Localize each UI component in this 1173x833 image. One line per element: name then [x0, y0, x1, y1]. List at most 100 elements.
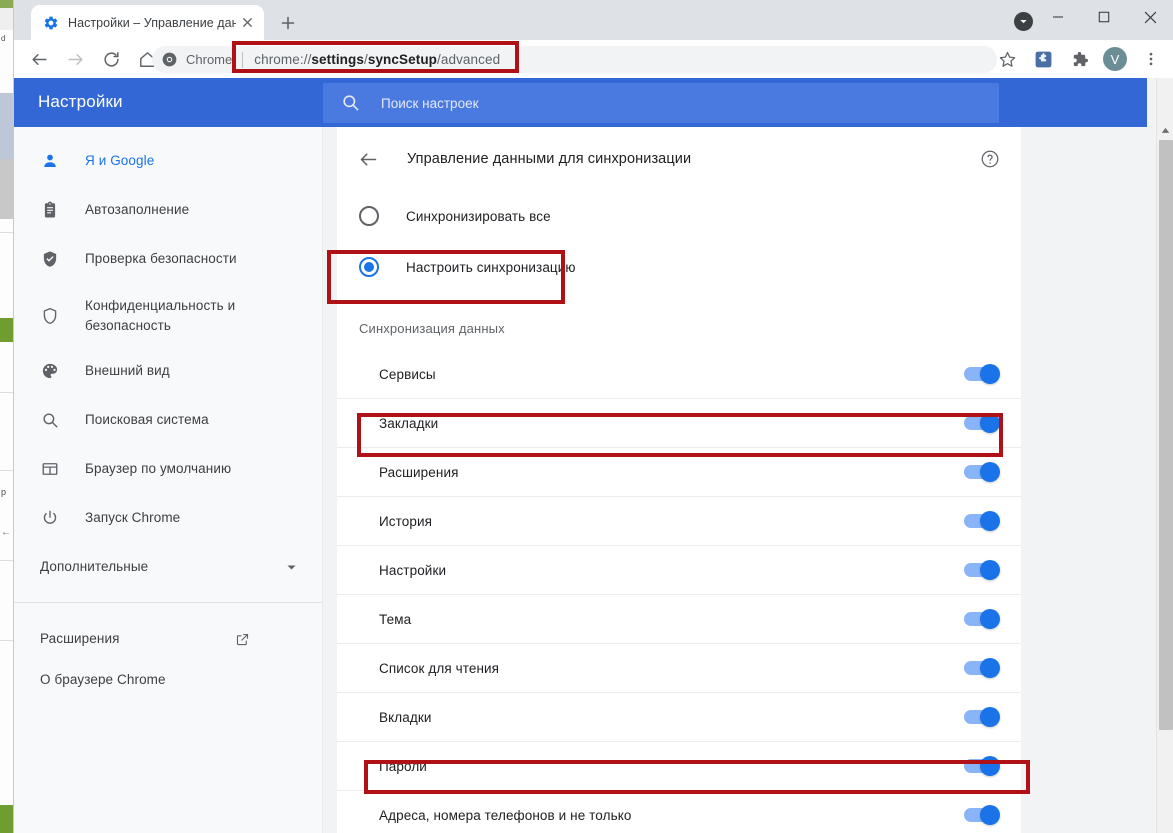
sidebar-item-you-and-google[interactable]: Я и Google [14, 144, 322, 178]
reload-icon[interactable] [96, 44, 126, 74]
sync-toggle-list: Сервисы Закладки Расширения История Наст… [337, 350, 1021, 833]
toggle-row-settings[interactable]: Настройки [337, 546, 1021, 595]
toggle-switch[interactable] [964, 707, 1000, 727]
maximize-icon[interactable] [1081, 0, 1127, 34]
toggle-row-reading-list[interactable]: Список для чтения [337, 644, 1021, 693]
toggle-switch[interactable] [964, 511, 1000, 531]
toggle-switch[interactable] [964, 805, 1000, 825]
toggle-label: Сервисы [379, 366, 436, 382]
toggle-switch[interactable] [964, 462, 1000, 482]
sidebar-item-safety-check[interactable]: Проверка безопасности [14, 242, 322, 276]
sidebar-item-label: Конфиденциальность и безопасность [85, 296, 235, 336]
radio-customize-sync[interactable]: Настроить синхронизацию [337, 241, 1021, 293]
arrow-right-icon [60, 44, 90, 74]
search-placeholder: Поиск настроек [381, 95, 479, 111]
toggle-row-addresses[interactable]: Адреса, номера телефонов и не только [337, 791, 1021, 833]
sidebar-item-search-engine[interactable]: Поисковая система [14, 403, 322, 437]
toggle-switch[interactable] [964, 609, 1000, 629]
toggle-switch[interactable] [964, 756, 1000, 776]
toggle-row-theme[interactable]: Тема [337, 595, 1021, 644]
sidebar-item-label: Внешний вид [85, 363, 170, 378]
help-circle-icon[interactable] [979, 148, 1001, 170]
settings-header-bar: Настройки Поиск настроек [14, 78, 1147, 127]
sidebar-item-label: Я и Google [85, 153, 155, 168]
toggle-row-tabs[interactable]: Вкладки [337, 693, 1021, 742]
radio-icon-unchecked [359, 206, 379, 226]
sidebar-item-label: Поисковая система [85, 412, 209, 427]
person-icon [40, 151, 60, 171]
browser-window-icon [40, 459, 60, 479]
window-close-icon[interactable] [1127, 0, 1173, 34]
toggle-switch[interactable] [964, 658, 1000, 678]
toggle-label: Вкладки [379, 709, 432, 725]
browser-toolbar: Chrome chrome://settings/syncSetup/advan… [14, 40, 1173, 78]
toggle-switch[interactable] [964, 560, 1000, 580]
section-title-sync-data: Синхронизация данных [359, 321, 505, 336]
sidebar-item-label: Запуск Chrome [85, 510, 181, 525]
toggle-switch[interactable] [964, 364, 1000, 384]
search-icon [341, 93, 361, 113]
sidebar-item-advanced[interactable]: Дополнительные [14, 550, 322, 584]
window-controls [1035, 0, 1173, 40]
sidebar-item-extensions[interactable]: Расширения [14, 622, 322, 656]
arrow-left-icon[interactable] [24, 44, 54, 74]
toggle-row-passwords[interactable]: Пароли [337, 742, 1021, 791]
star-icon[interactable] [992, 44, 1022, 74]
search-input[interactable]: Поиск настроек [323, 83, 999, 123]
arrow-left-icon[interactable] [356, 147, 380, 171]
sidebar-item-default-browser[interactable]: Браузер по умолчанию [14, 452, 322, 486]
toolbar-right-actions: V [989, 44, 1169, 74]
triangle-up-icon[interactable] [1157, 122, 1173, 139]
toggle-label: Закладки [379, 415, 439, 431]
power-icon [40, 508, 60, 528]
toggle-label: Адреса, номера телефонов и не только [379, 807, 632, 823]
toggle-label: Настройки [379, 562, 447, 578]
sidebar-nav-list: Я и Google Автозаполнение Проверка безоп… [14, 127, 322, 697]
caret-down-icon[interactable] [1014, 12, 1033, 31]
shield-check-icon [40, 249, 60, 269]
sidebar-item-appearance[interactable]: Внешний вид [14, 354, 322, 388]
puzzle-icon[interactable] [1064, 44, 1094, 74]
avatar[interactable]: V [1100, 44, 1130, 74]
sync-page-title: Управление данными для синхронизации [407, 151, 692, 167]
toggle-row-history[interactable]: История [337, 497, 1021, 546]
sidebar-item-label-line1: Конфиденциальность и [85, 298, 236, 313]
url-scheme: chrome:// [254, 52, 312, 67]
address-bar[interactable]: Chrome chrome://settings/syncSetup/advan… [152, 46, 997, 73]
card-header: Управление данными для синхронизации [337, 127, 1021, 191]
browser-tab[interactable]: Настройки – Управление данны [31, 5, 264, 40]
radio-sync-everything[interactable]: Синхронизировать все [337, 191, 1021, 241]
puzzle-blue-icon[interactable] [1028, 44, 1058, 74]
radio-icon-checked [359, 257, 379, 277]
close-icon[interactable] [238, 14, 256, 32]
page-scrollbar[interactable] [1156, 78, 1173, 833]
tab-title: Настройки – Управление данны [68, 15, 236, 30]
new-tab-button[interactable] [274, 9, 302, 37]
omnibox-chip-label: Chrome [186, 52, 233, 67]
sidebar-item-about-chrome[interactable]: О браузере Chrome [14, 663, 322, 697]
toggle-switch[interactable] [964, 413, 1000, 433]
toggle-row-services[interactable]: Сервисы [337, 350, 1021, 399]
toggle-row-extensions[interactable]: Расширения [337, 448, 1021, 497]
sidebar-item-autofill[interactable]: Автозаполнение [14, 193, 322, 227]
sidebar-advanced-label: Дополнительные [40, 559, 149, 574]
sidebar-item-privacy-security[interactable]: Конфиденциальность и безопасность [14, 291, 322, 341]
url-path-bold: syncSetup [367, 52, 438, 67]
search-icon [40, 410, 60, 430]
minimize-icon[interactable] [1035, 0, 1081, 34]
omnibox-url[interactable]: chrome://settings/syncSetup/advanced [254, 52, 500, 67]
toggle-label: История [379, 513, 433, 529]
sidebar-item-label-line2: безопасность [85, 318, 172, 333]
profile-initial: V [1103, 47, 1127, 71]
settings-page: Настройки Поиск настроек Я и Google Авто… [14, 78, 1173, 833]
palette-icon [40, 361, 60, 381]
scrollbar-thumb[interactable] [1159, 140, 1173, 730]
toggle-row-bookmarks[interactable]: Закладки [337, 399, 1021, 448]
shield-icon [40, 306, 60, 326]
background-window-sliver: d р ← [0, 0, 14, 833]
three-dots-icon[interactable] [1136, 44, 1166, 74]
sidebar-item-on-startup[interactable]: Запуск Chrome [14, 501, 322, 535]
clipboard-icon [40, 200, 60, 220]
open-in-new-icon [235, 632, 250, 647]
sync-settings-card: Управление данными для синхронизации Син… [337, 127, 1021, 833]
